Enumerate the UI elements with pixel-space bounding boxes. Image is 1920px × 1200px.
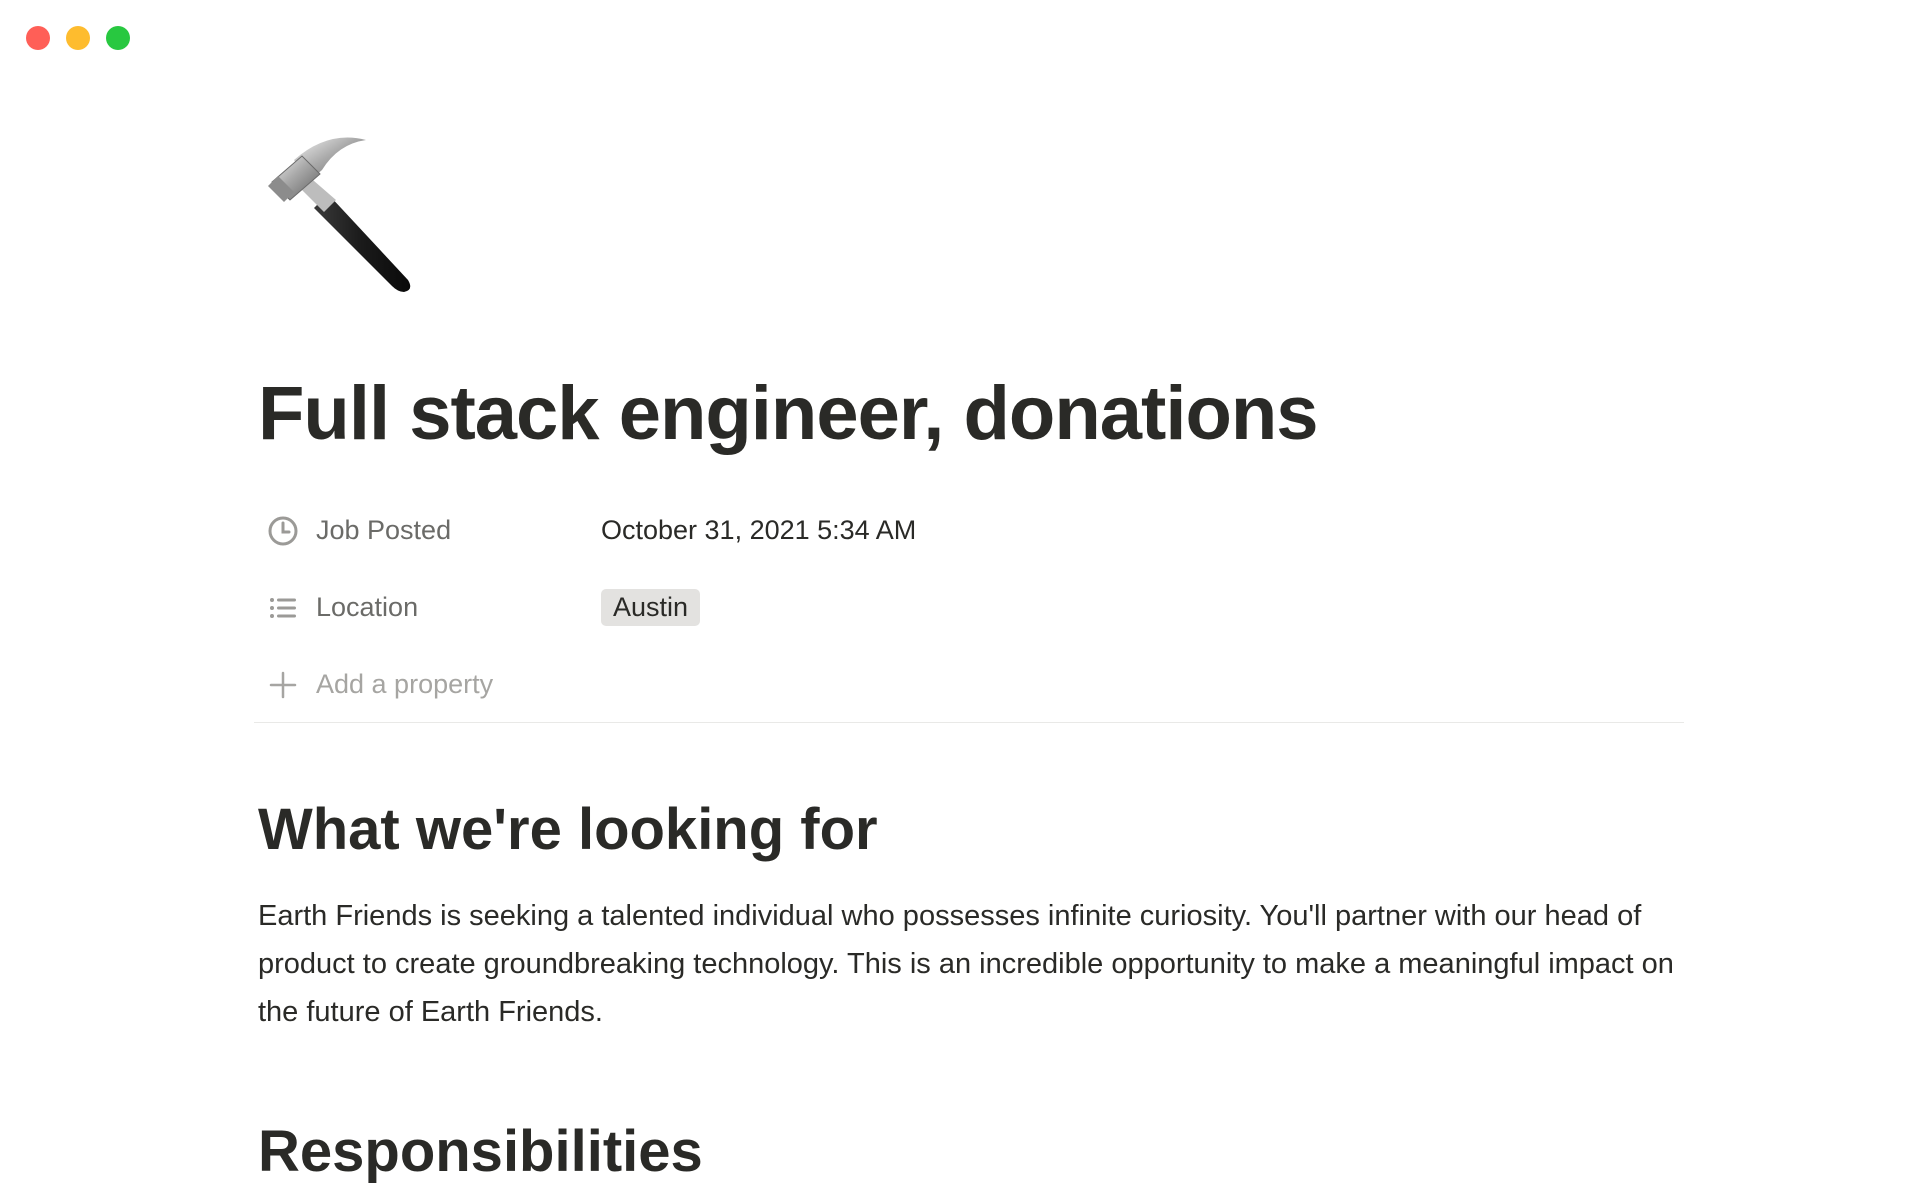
property-value-job-posted[interactable]: October 31, 2021 5:34 AM: [601, 515, 916, 546]
page-title[interactable]: Full stack engineer, donations: [258, 370, 1319, 457]
property-row-location[interactable]: Location Austin: [258, 569, 1688, 646]
property-label: Job Posted: [316, 515, 452, 545]
property-value-location[interactable]: Austin: [601, 589, 701, 626]
window-controls: [26, 26, 130, 50]
hammer-icon[interactable]: [258, 130, 428, 300]
property-name-location[interactable]: Location: [258, 591, 601, 625]
add-property-label: Add a property: [316, 669, 494, 699]
app-window: Full stack engineer, donations Job Poste…: [0, 0, 1920, 1200]
list-icon: [266, 591, 300, 625]
section-heading-responsibilities[interactable]: Responsibilities: [258, 1118, 703, 1185]
property-label: Location: [316, 592, 419, 622]
section-heading-looking-for[interactable]: What we're looking for: [258, 796, 878, 863]
properties-divider: [254, 722, 1684, 723]
maximize-window-button[interactable]: [106, 26, 130, 50]
minimize-window-button[interactable]: [66, 26, 90, 50]
plus-icon: [266, 668, 300, 702]
location-tag[interactable]: Austin: [601, 589, 701, 626]
clock-icon: [266, 514, 300, 548]
add-property[interactable]: Add a property: [258, 668, 601, 702]
close-window-button[interactable]: [26, 26, 50, 50]
section-body-looking-for[interactable]: Earth Friends is seeking a talented indi…: [258, 892, 1678, 1036]
properties-list: Job Posted October 31, 2021 5:34 AM Loca…: [258, 492, 1688, 723]
property-name-job-posted[interactable]: Job Posted: [258, 514, 601, 548]
property-row-job-posted[interactable]: Job Posted October 31, 2021 5:34 AM: [258, 492, 1688, 569]
add-property-button[interactable]: Add a property: [258, 646, 1688, 723]
